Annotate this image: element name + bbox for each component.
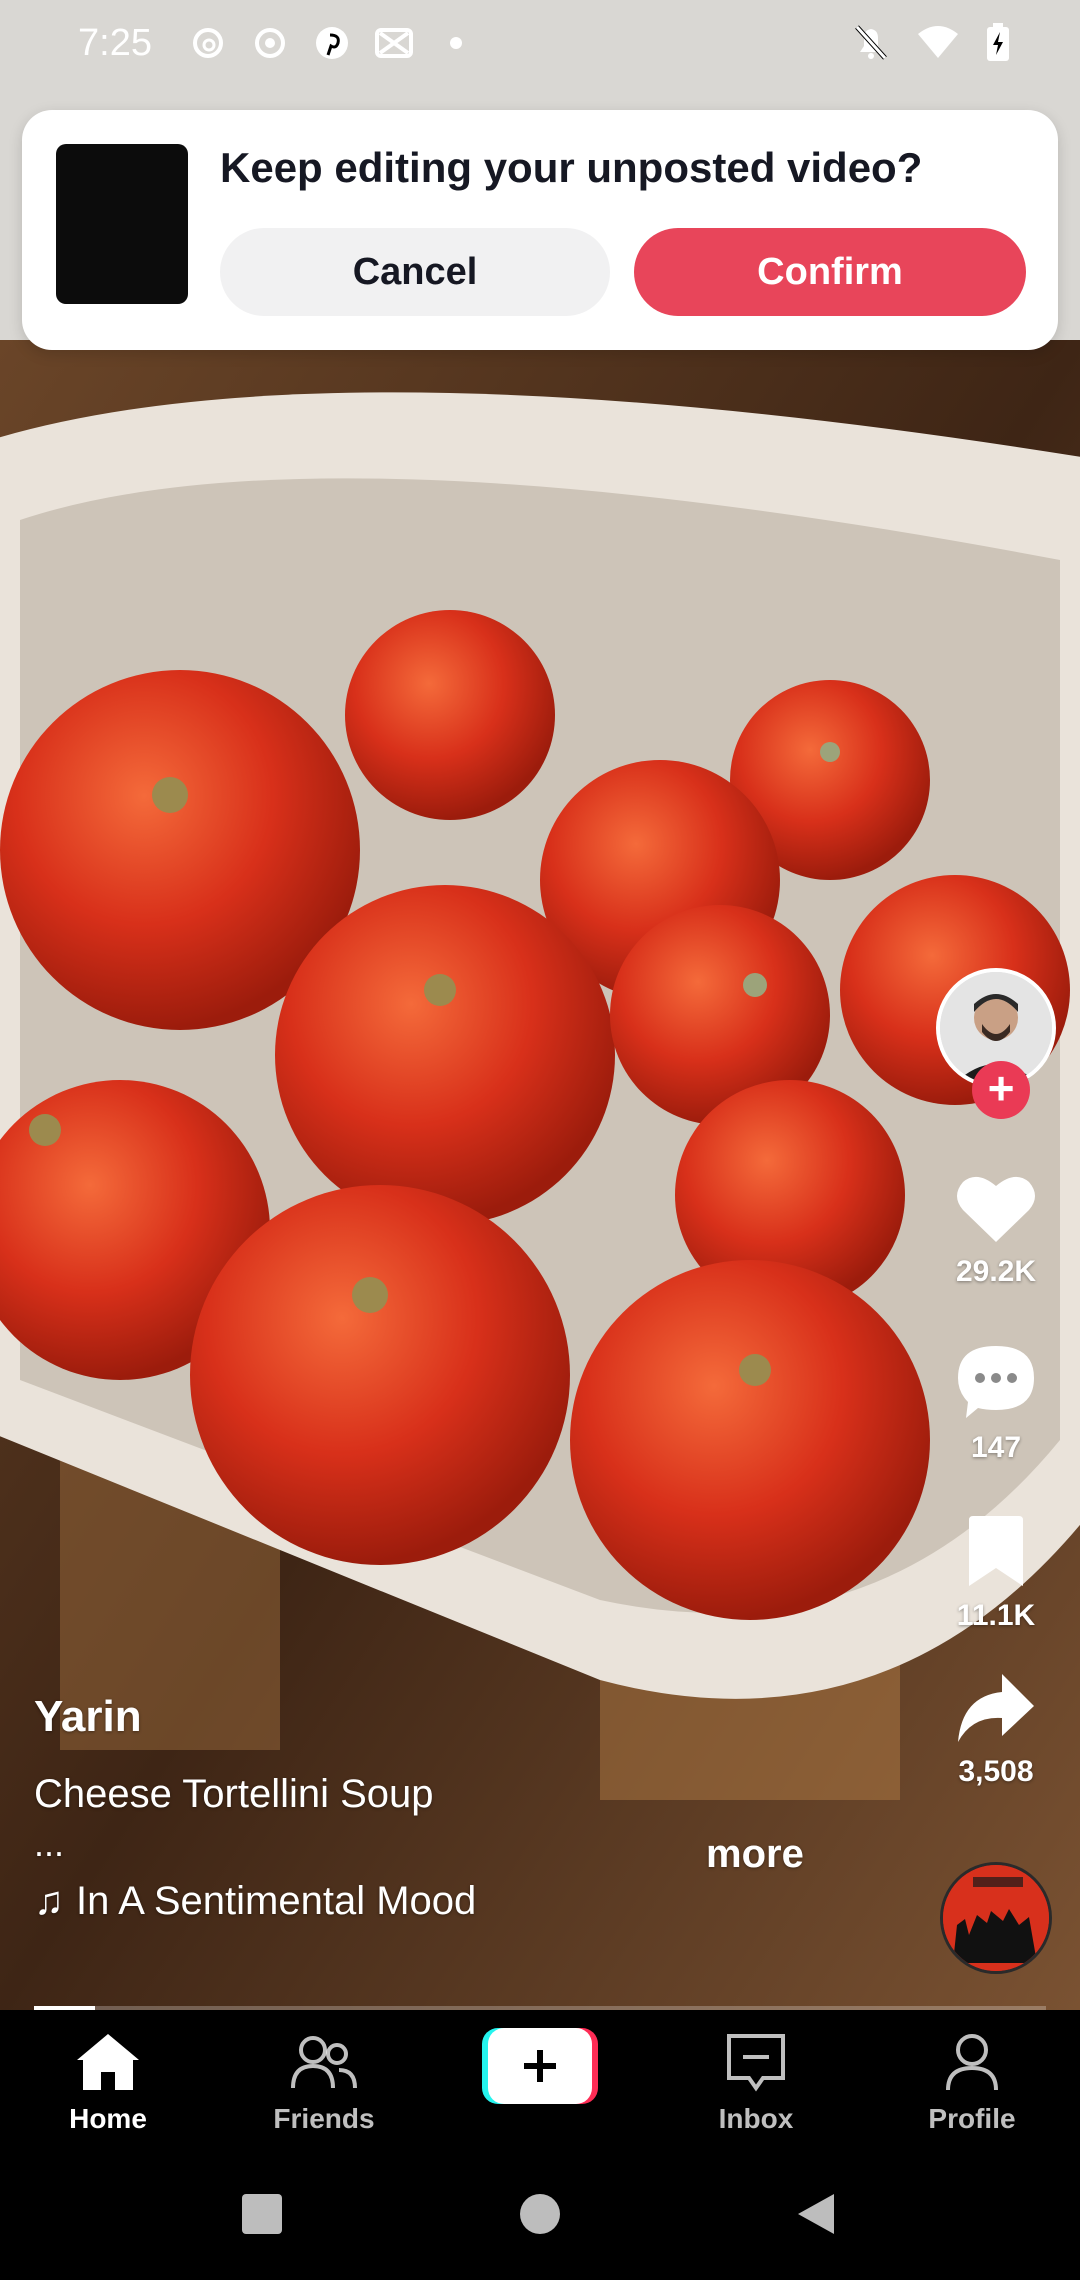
video-description[interactable]: Cheese Tortellini Soup	[34, 1772, 854, 1817]
home-icon	[75, 2032, 141, 2097]
back-icon[interactable]	[796, 2192, 836, 2241]
caption: Yarin Cheese Tortellini Soup ... more ♫ …	[34, 1692, 854, 1924]
bottom-nav: Home Friends Inbox Profile	[0, 2012, 1080, 2162]
comment-count: 147	[970, 1431, 1022, 1464]
nav-inbox[interactable]: Inbox	[676, 2032, 836, 2135]
pinterest-icon	[312, 23, 352, 63]
music-disc[interactable]	[940, 1862, 1052, 1974]
more-button[interactable]: more	[706, 1832, 804, 1877]
capcut-icon	[374, 23, 414, 63]
music-note-icon: ♫	[34, 1879, 64, 1923]
bookmark-count: 11.1K	[956, 1599, 1036, 1632]
bell-off-icon	[852, 22, 890, 67]
wifi-icon	[916, 24, 960, 65]
status-bar: 7:25	[0, 0, 1080, 86]
creator-avatar-container: +	[936, 968, 1056, 1119]
friends-icon	[291, 2032, 357, 2097]
status-right-icons	[852, 22, 1010, 67]
share-icon	[956, 1672, 1036, 1749]
comment-icon	[956, 1344, 1036, 1425]
recents-icon[interactable]	[240, 2192, 284, 2241]
battery-charging-icon	[986, 22, 1010, 67]
confirm-button[interactable]: Confirm	[634, 228, 1026, 316]
video-progress-fill	[34, 2006, 95, 2010]
status-time: 7:25	[78, 21, 152, 64]
follow-button[interactable]: +	[972, 1061, 1030, 1119]
like-count: 29.2K	[955, 1255, 1037, 1288]
nav-home[interactable]: Home	[28, 2032, 188, 2135]
nav-inbox-label: Inbox	[718, 2103, 794, 2134]
draft-banner-title: Keep editing your unposted video?	[220, 144, 923, 191]
profile-icon	[944, 2032, 1000, 2097]
home-circle-icon[interactable]	[518, 2192, 562, 2241]
heart-icon	[955, 1172, 1037, 1249]
threads-icon	[188, 23, 228, 63]
share-count: 3,508	[958, 1755, 1034, 1788]
music-title: In A Sentimental Mood	[76, 1879, 477, 1923]
nav-profile-label: Profile	[928, 2103, 1016, 2134]
bookmark-icon	[965, 1516, 1027, 1593]
nav-profile[interactable]: Profile	[892, 2032, 1052, 2135]
like-button[interactable]: 29.2K	[930, 1172, 1062, 1289]
nav-friends-label: Friends	[273, 2103, 375, 2134]
comment-button[interactable]: 147	[930, 1344, 1062, 1465]
cancel-button[interactable]: Cancel	[220, 228, 610, 316]
draft-banner: Keep editing your unposted video? Cancel…	[22, 110, 1058, 350]
nav-home-label: Home	[69, 2103, 147, 2134]
system-nav-bar	[0, 2162, 1080, 2280]
create-button[interactable]	[482, 2028, 598, 2104]
nav-friends[interactable]: Friends	[244, 2032, 404, 2135]
share-button[interactable]: 3,508	[930, 1672, 1062, 1789]
music-row[interactable]: ♫ In A Sentimental Mood	[34, 1879, 854, 1924]
draft-thumbnail[interactable]	[56, 144, 188, 304]
author-name[interactable]: Yarin	[34, 1692, 854, 1742]
dot-icon	[436, 23, 476, 63]
video-progress-bar[interactable]	[34, 2006, 1046, 2010]
bookmark-button[interactable]: 11.1K	[930, 1516, 1062, 1633]
record-icon	[250, 23, 290, 63]
inbox-icon	[725, 2032, 787, 2097]
